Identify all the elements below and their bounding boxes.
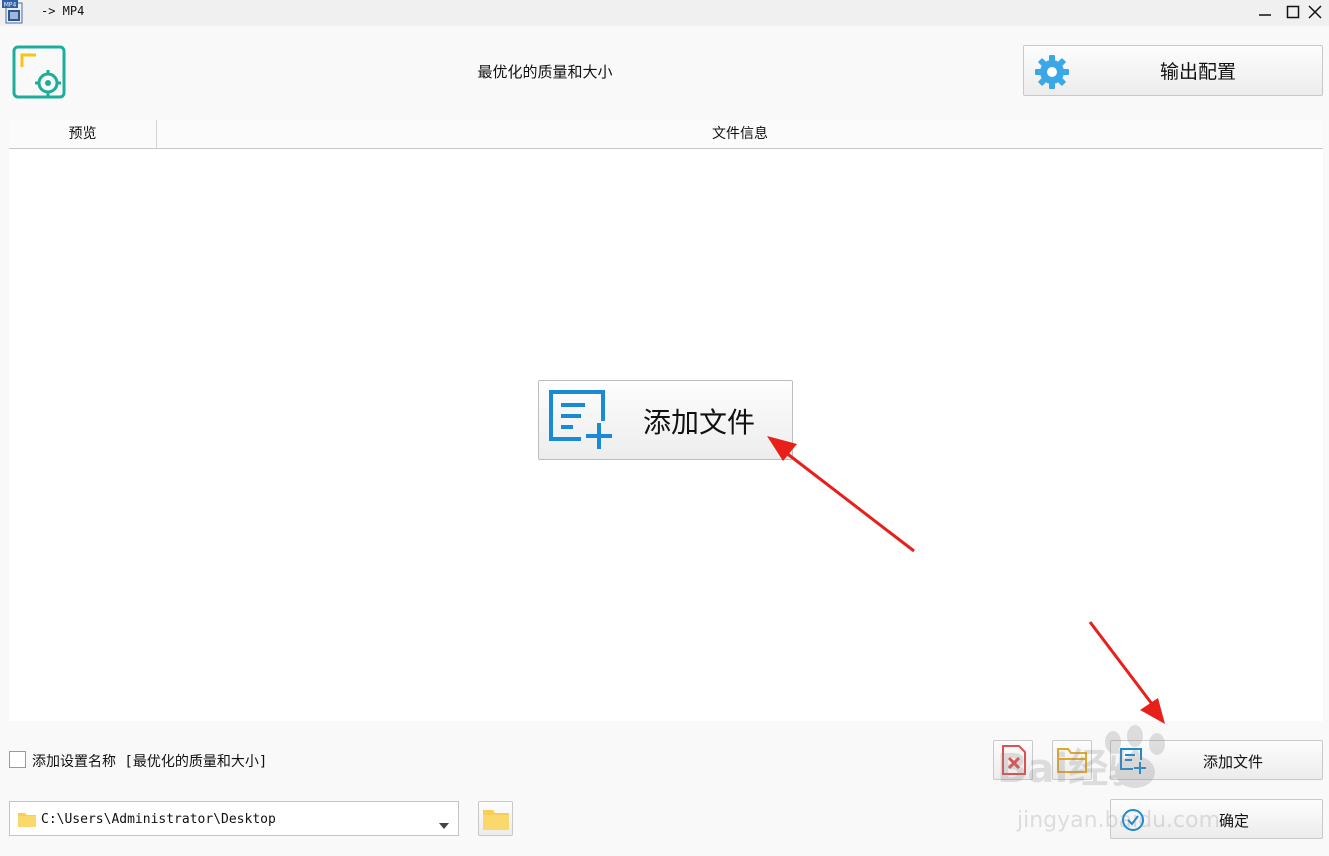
minimize-icon (1259, 14, 1271, 16)
add-file-icon (547, 389, 613, 455)
app-icon: MP4 (2, 0, 24, 24)
baidu-watermark-logo: Bai经验 jingyan.baidu.com (997, 725, 1220, 833)
chevron-down-icon[interactable] (438, 815, 450, 829)
add-preset-name-label: 添加设置名称 [最优化的质量和大小] (32, 754, 268, 770)
close-icon (1308, 5, 1322, 19)
title-bar: MP4 -> MP4 (0, 0, 1329, 26)
folder-icon (18, 811, 36, 827)
column-header-file-info[interactable]: 文件信息 (157, 120, 1323, 148)
center-add-file-button[interactable]: 添加文件 (538, 380, 793, 460)
add-preset-name-checkbox[interactable] (9, 751, 26, 768)
window-title: -> MP4 (41, 4, 85, 18)
preset-title: 最优化的质量和大小 (477, 63, 613, 81)
output-path-value: C:\Users\Administrator\Desktop (41, 812, 276, 827)
close-button[interactable] (1301, 0, 1329, 24)
minimize-button[interactable] (1251, 0, 1279, 24)
table-header: 预览 文件信息 (9, 120, 1323, 149)
watermark-text-bottom: jingyan.baidu.com (1016, 808, 1220, 833)
output-path-dropdown[interactable]: C:\Users\Administrator\Desktop (9, 801, 459, 836)
watermark-text-top: Bai经验 (997, 746, 1148, 792)
settings-logo-icon (12, 45, 66, 99)
app-icon-badge: MP4 (4, 2, 17, 9)
output-config-button[interactable]: 输出配置 (1023, 45, 1323, 96)
open-folder-icon (482, 809, 509, 830)
browse-folder-button[interactable] (478, 801, 513, 836)
column-header-preview[interactable]: 预览 (9, 120, 157, 148)
center-add-file-label: 添加文件 (643, 406, 756, 439)
output-config-label: 输出配置 (1159, 61, 1236, 83)
maximize-icon (1286, 5, 1300, 19)
